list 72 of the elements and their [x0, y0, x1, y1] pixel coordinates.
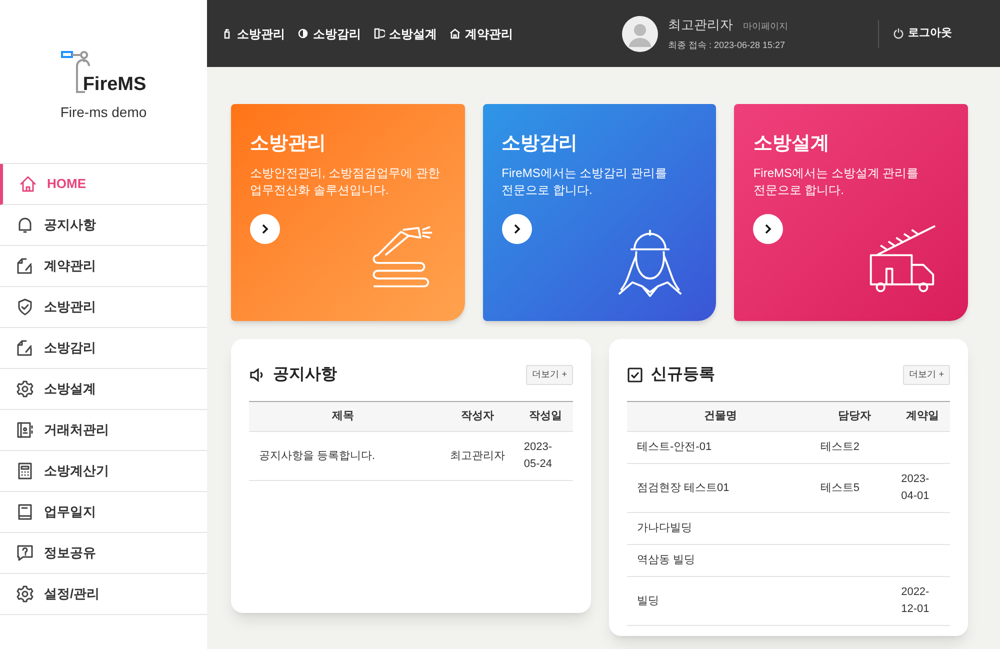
table-cell: 2023- 05-24	[524, 441, 552, 470]
table-cell: 최고관리자	[450, 450, 505, 462]
column-header: 제목	[332, 410, 354, 422]
avatar-icon	[622, 16, 658, 52]
card-title: 소방감리	[502, 132, 579, 156]
mypage-link[interactable]: 마이페이지	[743, 20, 788, 34]
table-cell: 점검현장 테스트01	[637, 482, 730, 494]
card-description: FireMS에서는 소방감리 관리를 전문으로 합니다.	[502, 164, 668, 198]
card-title: 소방관리	[250, 132, 327, 156]
table-cell: 테스트-안전-01	[637, 441, 712, 453]
card-title: 소방설계	[753, 132, 830, 156]
table-cell: 2023- 04-01	[901, 473, 930, 502]
more-button[interactable]: 더보기 +	[526, 365, 573, 385]
home-icon	[19, 175, 37, 193]
sidebar-item[interactable]: 설정/관리	[0, 574, 207, 615]
sidebar-item[interactable]: 소방관리	[0, 287, 207, 328]
table-cell: 역삼동 빌딩	[637, 554, 696, 566]
chevron-right-icon	[261, 224, 269, 234]
logo-subtitle: Fire-ms demo	[60, 103, 147, 122]
question-icon	[16, 544, 34, 562]
contact-book-icon	[16, 421, 34, 439]
table-cell: 테스트5	[820, 482, 860, 494]
top-nav-link[interactable]: 소방관리	[221, 24, 285, 42]
calculator-icon	[16, 462, 34, 480]
top-nav-link[interactable]: 소방감리	[297, 24, 361, 42]
speaker-icon	[249, 367, 265, 383]
column-header: 작성일	[528, 410, 562, 422]
document-house-icon	[449, 27, 461, 40]
card-description: 소방안전관리, 소방점검업무에 관한 업무전산화 솔루션입니다.	[250, 164, 442, 198]
sidebar-item[interactable]: 소방감리	[0, 328, 207, 369]
book-icon	[16, 503, 34, 521]
card-description: FireMS에서는 소방설계 관리를 전문으로 합니다.	[753, 164, 920, 198]
table-cell: 테스트2	[820, 441, 860, 453]
sidebar-item[interactable]: 공지사항	[0, 205, 207, 246]
column-header: 작성자	[460, 410, 494, 422]
arrow-button[interactable]	[502, 214, 532, 244]
power-icon	[893, 28, 904, 39]
top-nav-link[interactable]: 계약관리	[449, 24, 513, 42]
chevron-right-icon	[764, 224, 772, 234]
gear-icon	[16, 585, 34, 603]
column-header: 담당자	[838, 410, 872, 422]
table-cell: 2022- 12-01	[901, 586, 930, 615]
arrow-button[interactable]	[250, 214, 280, 244]
more-button[interactable]: 더보기 +	[903, 365, 950, 385]
sidebar-item[interactable]: 거래처관리	[0, 410, 207, 451]
logout-button[interactable]: 로그아웃	[893, 25, 952, 42]
table-cell: 빌딩	[637, 594, 659, 606]
column-header: 건물명	[704, 410, 738, 422]
panel-title: 공지사항	[273, 365, 337, 385]
sidebar-item[interactable]: 정보공유	[0, 533, 207, 574]
user-name: 최고관리자	[668, 16, 733, 34]
sidebar-item[interactable]: HOME	[0, 164, 207, 205]
last-login-text: 최종 접속 : 2023-06-28 15:27	[668, 38, 786, 52]
sidebar-item[interactable]: 소방계산기	[0, 451, 207, 492]
logo-text: FireMS	[82, 75, 146, 94]
shield-icon	[16, 298, 34, 316]
arrow-button[interactable]	[753, 214, 784, 244]
bell-icon	[16, 216, 34, 234]
chevron-right-icon	[512, 224, 521, 234]
contrast-icon	[297, 27, 309, 40]
gear-icon	[16, 380, 34, 398]
panel-title: 신규등록	[651, 365, 715, 385]
sidebar-item[interactable]: 업무일지	[0, 492, 207, 533]
checkbox-icon	[627, 367, 643, 383]
edit-icon	[16, 257, 34, 275]
table-cell: 공지사항을 등록합니다.	[259, 450, 376, 462]
column-header: 계약일	[906, 410, 940, 422]
top-nav-link[interactable]: 소방설계	[373, 24, 437, 42]
edit-icon	[16, 339, 34, 357]
sidebar-item[interactable]: 소방설계	[0, 369, 207, 410]
table-cell: 가나다빌딩	[637, 522, 692, 534]
sidebar-item[interactable]: 계약관리	[0, 246, 207, 287]
